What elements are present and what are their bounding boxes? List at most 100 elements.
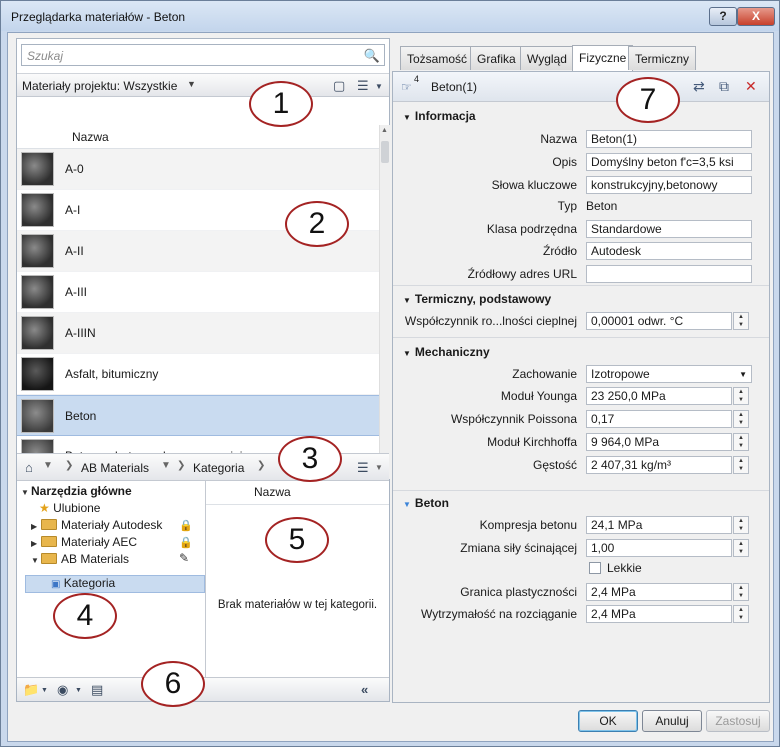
- spinner[interactable]: ▲ ▼: [733, 456, 749, 474]
- lightweight-checkbox[interactable]: [589, 562, 601, 574]
- expand-icon[interactable]: ▼: [31, 552, 41, 569]
- chevron-down-icon[interactable]: ▼: [375, 463, 383, 472]
- section-concrete[interactable]: ▼ Beton: [403, 496, 449, 510]
- replace-asset-icon[interactable]: ⇄: [693, 78, 705, 95]
- spinner[interactable]: ▲ ▼: [733, 433, 749, 451]
- yield-strength-field[interactable]: 2,4 MPa: [586, 583, 732, 601]
- chevron-down-icon[interactable]: ▼: [739, 370, 747, 379]
- spinner[interactable]: ▲ ▼: [733, 312, 749, 330]
- spinner[interactable]: ▲ ▼: [733, 539, 749, 557]
- collapse-icon[interactable]: «: [361, 682, 368, 697]
- spinner[interactable]: ▲ ▼: [733, 387, 749, 405]
- spinner[interactable]: ▲ ▼: [733, 410, 749, 428]
- section-mechanical[interactable]: ▼ Mechaniczny: [403, 345, 490, 359]
- behavior-select[interactable]: Izotropowe ▼: [586, 365, 752, 383]
- source-label: Źródło: [542, 244, 577, 258]
- list-item[interactable]: A-III: [17, 272, 379, 313]
- young-modulus-field[interactable]: 23 250,0 MPa: [586, 387, 732, 405]
- tree-item-aec[interactable]: ▶ Materiały AEC: [31, 534, 137, 551]
- tree-item-favorites[interactable]: ★ Ulubione: [39, 500, 100, 517]
- delete-asset-icon[interactable]: ✕: [745, 78, 757, 95]
- density-field[interactable]: 2 407,31 kg/m³: [586, 456, 732, 474]
- description-field[interactable]: Domyślny beton f'c=3,5 ksi: [586, 153, 752, 171]
- duplicate-asset-icon[interactable]: ⧉: [719, 78, 729, 95]
- list-scrollbar[interactable]: ▲ ▼: [379, 125, 390, 479]
- pane-divider[interactable]: [205, 481, 206, 677]
- close-button[interactable]: X: [737, 7, 775, 26]
- collapse-icon[interactable]: ▼: [403, 296, 411, 305]
- tab-physical[interactable]: Fizyczne: [572, 45, 634, 71]
- chevron-down-icon[interactable]: ▼: [375, 82, 383, 91]
- chevron-down-icon[interactable]: ▼: [41, 687, 48, 694]
- material-thumbnail: [21, 275, 54, 309]
- tree-item-label: Materiały AEC: [61, 535, 138, 549]
- name-label: Nazwa: [540, 132, 577, 146]
- chevron-down-icon[interactable]: ▼: [161, 460, 171, 471]
- material-browser-window: Przeglądarka materiałów - Beton ? X Szuk…: [0, 0, 780, 747]
- search-input[interactable]: Szukaj 🔍: [21, 44, 385, 66]
- apply-button[interactable]: Zastosuj: [706, 710, 770, 732]
- asset-bar: ☞ 4 Beton(1) ⇄ ⧉ ✕: [393, 72, 769, 102]
- keywords-field[interactable]: konstrukcyjny,betonowy: [586, 176, 752, 194]
- expand-icon[interactable]: ▼: [21, 484, 31, 501]
- chevron-down-icon[interactable]: ▼: [75, 687, 82, 694]
- source-url-field[interactable]: [586, 265, 752, 283]
- tensile-strength-field[interactable]: 2,4 MPa: [586, 605, 732, 623]
- collapse-icon[interactable]: ▼: [403, 113, 411, 122]
- list-item[interactable]: A-0: [17, 149, 379, 190]
- home-icon[interactable]: ⌂: [25, 460, 33, 475]
- scroll-thumb[interactable]: [381, 141, 389, 163]
- spinner[interactable]: ▲ ▼: [733, 583, 749, 601]
- tab-appearance[interactable]: Wygląd: [520, 46, 574, 70]
- spinner[interactable]: ▲ ▼: [733, 605, 749, 623]
- chevron-down-icon[interactable]: ▼: [43, 460, 53, 471]
- keywords-label: Słowa kluczowe: [491, 178, 577, 192]
- chevron-down-icon[interactable]: ▼: [187, 79, 196, 89]
- source-field[interactable]: Autodesk: [586, 242, 752, 260]
- compression-field[interactable]: 24,1 MPa: [586, 516, 732, 534]
- tree-root[interactable]: ▼ Narzędzia główne: [21, 483, 132, 500]
- tree-item-autodesk[interactable]: ▶ Materiały Autodesk: [31, 517, 162, 534]
- view-list-icon[interactable]: ☰: [357, 460, 369, 476]
- view-list-icon[interactable]: ☰: [357, 78, 369, 94]
- thermal-coefficient-field[interactable]: 0,00001 odwr. °C: [586, 312, 732, 330]
- material-thumbnail: [21, 152, 54, 186]
- empty-message: Brak materiałów w tej kategorii.: [217, 599, 378, 611]
- help-button[interactable]: ?: [709, 7, 737, 26]
- shear-modulus-label: Moduł Kirchhoffa: [487, 435, 577, 449]
- search-icon[interactable]: 🔍: [364, 48, 380, 64]
- list-item-selected[interactable]: Beton: [17, 395, 379, 436]
- panel-toggle-icon[interactable]: ▢: [333, 78, 345, 94]
- expand-icon[interactable]: ▶: [31, 535, 41, 552]
- list-column-header[interactable]: Nazwa: [17, 125, 379, 149]
- tree-item-ab-materials[interactable]: ▼ AB Materials: [31, 551, 129, 568]
- project-materials-filter[interactable]: Materiały projektu: Wszystkie: [22, 79, 177, 93]
- collapse-icon[interactable]: ▼: [403, 500, 411, 509]
- spinner[interactable]: ▲ ▼: [733, 516, 749, 534]
- breadcrumb-category[interactable]: Kategoria: [193, 461, 244, 475]
- list-item[interactable]: Asfalt, bitumiczny: [17, 354, 379, 395]
- category-list-header[interactable]: Nazwa: [206, 481, 389, 505]
- scroll-up-icon[interactable]: ▲: [381, 127, 388, 134]
- poisson-ratio-field[interactable]: 0,17: [586, 410, 732, 428]
- library-manage-icon[interactable]: 📁: [23, 682, 39, 698]
- section-information[interactable]: ▼ Informacja: [403, 109, 476, 123]
- tab-thermal[interactable]: Termiczny: [628, 46, 697, 70]
- create-material-icon[interactable]: ◉: [57, 682, 68, 698]
- ok-button[interactable]: OK: [578, 710, 638, 732]
- name-field[interactable]: Beton(1): [586, 130, 752, 148]
- shear-modulus-field[interactable]: 9 964,0 MPa: [586, 433, 732, 451]
- list-item[interactable]: A-IIIN: [17, 313, 379, 354]
- expand-icon[interactable]: ▶: [31, 518, 41, 535]
- tab-graphics[interactable]: Grafika: [470, 46, 523, 70]
- subclass-field[interactable]: Standardowe: [586, 220, 752, 238]
- cancel-button[interactable]: Anuluj: [642, 710, 702, 732]
- tab-identity[interactable]: Tożsamość: [400, 46, 475, 70]
- breadcrumb-ab-materials[interactable]: AB Materials: [81, 461, 149, 475]
- shear-strength-field[interactable]: 1,00: [586, 539, 732, 557]
- editor-toggle-icon[interactable]: ▤: [91, 682, 103, 698]
- section-thermal[interactable]: ▼ Termiczny, podstawowy: [403, 292, 551, 306]
- collapse-icon[interactable]: ▼: [403, 349, 411, 358]
- callout-6: 6: [141, 661, 205, 707]
- tree-item-category[interactable]: ▣ Kategoria: [51, 575, 115, 592]
